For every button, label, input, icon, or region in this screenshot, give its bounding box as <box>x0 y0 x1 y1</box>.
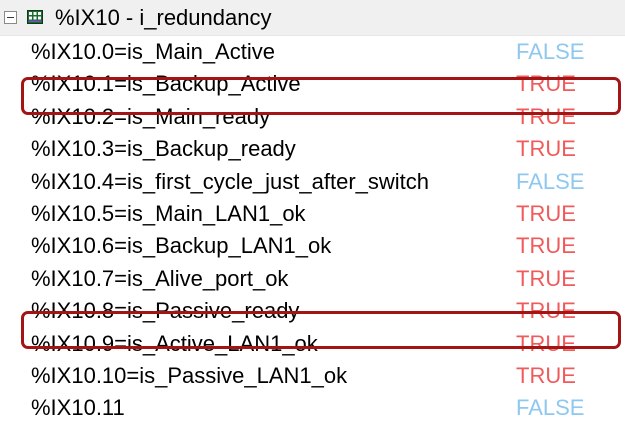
collapse-toggle-icon[interactable] <box>4 11 17 24</box>
variable-value[interactable]: TRUE <box>516 331 576 357</box>
variable-row[interactable]: %IX10.0=is_Main_Active FALSE <box>0 36 625 68</box>
variable-name: %IX10.11 <box>31 395 125 421</box>
variable-name: %IX10.7=is_Alive_port_ok <box>31 265 289 291</box>
variable-row[interactable]: %IX10.7=is_Alive_port_ok TRUE <box>0 263 625 295</box>
variable-value[interactable]: TRUE <box>516 136 576 162</box>
variable-name: %IX10.6=is_Backup_LAN1_ok <box>31 233 332 259</box>
variable-name: %IX10.5=is_Main_LAN1_ok <box>31 200 306 226</box>
variable-value[interactable]: TRUE <box>516 298 576 324</box>
variable-name: %IX10.8=is_Passive_ready <box>31 298 300 324</box>
variable-row[interactable]: %IX10.11 FALSE <box>0 392 625 424</box>
variable-value[interactable]: FALSE <box>516 169 584 195</box>
variable-value[interactable]: TRUE <box>516 266 576 292</box>
variable-name: %IX10.2=is_Main_ready <box>31 103 271 129</box>
io-module-icon <box>27 10 43 24</box>
variable-name: %IX10.3=is_Backup_ready <box>31 136 296 162</box>
variable-row[interactable]: %IX10.10=is_Passive_LAN1_ok TRUE <box>0 360 625 392</box>
node-title: %IX10 - i_redundancy <box>55 5 272 30</box>
variable-value[interactable]: TRUE <box>516 71 576 97</box>
variable-value[interactable]: TRUE <box>516 104 576 130</box>
variable-row[interactable]: %IX10.9=is_Active_LAN1_ok TRUE <box>0 328 625 360</box>
variable-row[interactable]: %IX10.3=is_Backup_ready TRUE <box>0 133 625 165</box>
tree-node-header[interactable]: %IX10 - i_redundancy <box>0 0 625 36</box>
variable-name: %IX10.4=is_first_cycle_just_after_switch <box>31 168 430 194</box>
variable-value[interactable]: FALSE <box>516 39 584 65</box>
variable-value[interactable]: TRUE <box>516 233 576 259</box>
variable-name: %IX10.1=is_Backup_Active <box>31 71 301 97</box>
variable-row[interactable]: %IX10.4=is_first_cycle_just_after_switch… <box>0 166 625 198</box>
variable-value[interactable]: FALSE <box>516 395 584 421</box>
variable-row[interactable]: %IX10.1=is_Backup_Active TRUE <box>0 68 625 100</box>
variable-value[interactable]: TRUE <box>516 363 576 389</box>
variable-value[interactable]: TRUE <box>516 201 576 227</box>
variable-name: %IX10.0=is_Main_Active <box>31 39 275 64</box>
variable-row[interactable]: %IX10.2=is_Main_ready TRUE <box>0 101 625 133</box>
variable-row[interactable]: %IX10.5=is_Main_LAN1_ok TRUE <box>0 198 625 230</box>
variable-name: %IX10.9=is_Active_LAN1_ok <box>31 330 318 356</box>
variable-name: %IX10.10=is_Passive_LAN1_ok <box>31 362 348 388</box>
variable-row[interactable]: %IX10.6=is_Backup_LAN1_ok TRUE <box>0 230 625 262</box>
variable-row[interactable]: %IX10.8=is_Passive_ready TRUE <box>0 295 625 327</box>
variable-list: %IX10.0=is_Main_Active FALSE %IX10.1=is_Ba… <box>0 36 625 425</box>
